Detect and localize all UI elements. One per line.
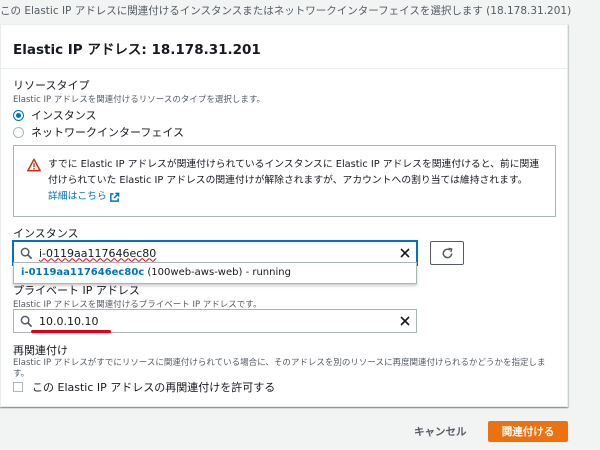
- resource-type-label: リソースタイプ: [13, 79, 90, 92]
- search-icon: [20, 247, 33, 259]
- radio-instance[interactable]: インスタンス: [13, 107, 97, 123]
- search-icon: [20, 315, 33, 327]
- cancel-button[interactable]: キャンセル: [408, 422, 473, 441]
- refresh-icon: [442, 247, 453, 258]
- external-link-icon: [109, 192, 120, 202]
- alert-line-2: 付けられていた Elastic IP アドレスの関連付けが解除されますが、アカウ…: [48, 175, 528, 186]
- radio-instance-button[interactable]: [13, 109, 24, 121]
- refresh-button[interactable]: [430, 241, 464, 265]
- dropdown-instance-name: (100web-aws-web): [144, 267, 243, 278]
- panel-title: Elastic IP アドレス: 18.178.31.201: [13, 42, 261, 58]
- reassociation-description: Elastic IP アドレスがすでにリソースに関連付けられている場合に、そのア…: [13, 358, 546, 368]
- instance-dropdown-option[interactable]: i-0119aa117646ec80c (100web-aws-web) - r…: [13, 262, 417, 284]
- instance-input-value: i-0119aa117646ec80: [39, 246, 157, 260]
- learn-more-label: 詳細はこちら: [48, 191, 107, 202]
- clear-icon[interactable]: [399, 315, 411, 327]
- radio-network-interface-button[interactable]: [13, 126, 24, 138]
- reassociation-checkbox[interactable]: [13, 382, 23, 392]
- alert-line-1: すでに Elastic IP アドレスが関連付けられているインスタンスに Ela…: [48, 159, 540, 170]
- radio-instance-label: インスタンス: [31, 109, 97, 122]
- resource-type-description: Elastic IP アドレスを関連付けるリソースのタイプを選択します。: [13, 95, 266, 105]
- reassociation-checkbox-row[interactable]: この Elastic IP アドレスの再関連付けを許可する: [13, 379, 275, 395]
- reassociation-checkbox-label: この Elastic IP アドレスの再関連付けを許可する: [32, 381, 276, 394]
- clear-icon[interactable]: [399, 247, 411, 259]
- learn-more-link[interactable]: 詳細はこちら: [48, 189, 120, 205]
- dropdown-instance-id: i-0119aa117646ec80c: [21, 267, 145, 278]
- annotation-underline-ip: [31, 330, 111, 333]
- instance-label: インスタンス: [13, 227, 79, 240]
- private-ip-value: 10.0.10.10: [39, 314, 99, 328]
- radio-network-interface-label: ネットワークインターフェイス: [31, 126, 185, 139]
- warning-icon: [27, 158, 41, 172]
- panel-header: Elastic IP アドレス: 18.178.31.201: [1, 25, 567, 69]
- private-ip-label: プライベート IP アドレス: [13, 284, 140, 297]
- reassociation-description-2: す。: [13, 369, 30, 379]
- dropdown-instance-status: - running: [242, 267, 291, 278]
- associate-button[interactable]: 関連付ける: [488, 421, 568, 442]
- radio-network-interface[interactable]: ネットワークインターフェイス: [13, 124, 184, 140]
- warning-alert: すでに Elastic IP アドレスが関連付けられているインスタンスに Ela…: [13, 145, 556, 217]
- page-description: この Elastic IP アドレスに関連付けるインスタンスまたはネットワークイ…: [0, 5, 572, 17]
- association-panel: Elastic IP アドレス: 18.178.31.201 リソースタイプ E…: [0, 24, 568, 407]
